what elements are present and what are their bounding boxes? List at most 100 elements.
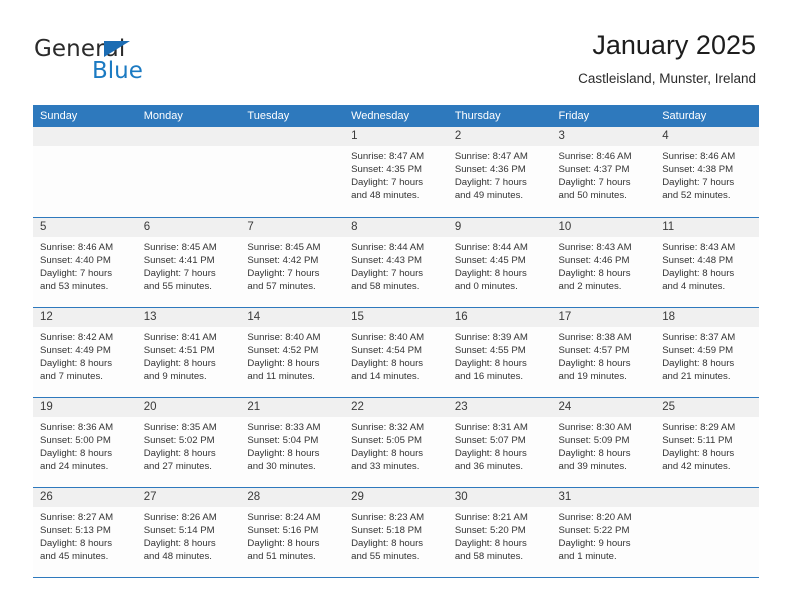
day-number: 14	[240, 307, 345, 327]
calendar-week-row: 26 Sunrise: 8:27 AM Sunset: 5:13 PM Dayligh…	[33, 487, 759, 578]
calendar-day-cell[interactable]: 30 Sunrise: 8:21 AM Sunset: 5:20 PM Dayligh…	[447, 487, 552, 578]
calendar-day-cell[interactable]: 9 Sunrise: 8:44 AM Sunset: 4:45 PM Daylight…	[447, 217, 552, 308]
sunset-text: Sunset: 5:11 PM	[662, 434, 733, 446]
calendar-day-cell[interactable]: 17 Sunrise: 8:38 AM Sunset: 4:57 PM Dayligh…	[551, 307, 656, 398]
calendar-day-cell-empty	[136, 127, 241, 218]
daylight-text-line2: and 4 minutes.	[662, 280, 726, 292]
day-number: 24	[551, 397, 656, 417]
daylight-text-line2: and 30 minutes.	[247, 460, 316, 472]
daylight-text-line1: Daylight: 8 hours	[247, 357, 320, 369]
daylight-text-line1: Daylight: 7 hours	[351, 267, 424, 279]
calendar-day-cell[interactable]: 16 Sunrise: 8:39 AM Sunset: 4:55 PM Dayligh…	[447, 307, 552, 398]
day-number: 23	[447, 397, 552, 417]
day-details: Sunrise: 8:41 AM Sunset: 4:51 PM Daylight:…	[137, 327, 241, 383]
calendar-day-cell[interactable]: 29 Sunrise: 8:23 AM Sunset: 5:18 PM Dayligh…	[344, 487, 448, 578]
logo-triangle-icon	[104, 41, 130, 57]
day-details: Sunrise: 8:45 AM Sunset: 4:42 PM Daylight:…	[240, 237, 344, 293]
day-number: 28	[240, 487, 345, 507]
sunrise-text: Sunrise: 8:37 AM	[662, 331, 736, 343]
daylight-text-line1: Daylight: 8 hours	[351, 537, 424, 549]
calendar-day-cell[interactable]: 4 Sunrise: 8:46 AM Sunset: 4:38 PM Daylight…	[655, 127, 759, 218]
calendar-day-cell[interactable]: 3 Sunrise: 8:46 AM Sunset: 4:37 PM Daylight…	[551, 127, 656, 218]
calendar-day-cell[interactable]: 6 Sunrise: 8:45 AM Sunset: 4:41 PM Daylight…	[136, 217, 241, 308]
calendar-day-cell[interactable]: 5 Sunrise: 8:46 AM Sunset: 4:40 PM Daylight…	[33, 217, 137, 308]
calendar-day-cell[interactable]: 27 Sunrise: 8:26 AM Sunset: 5:14 PM Dayligh…	[136, 487, 241, 578]
daylight-text-line1: Daylight: 8 hours	[662, 357, 735, 369]
sunrise-text: Sunrise: 8:24 AM	[247, 511, 321, 523]
calendar-day-cell[interactable]: 7 Sunrise: 8:45 AM Sunset: 4:42 PM Daylight…	[240, 217, 345, 308]
sunset-text: Sunset: 4:45 PM	[454, 254, 526, 266]
calendar-day-cell[interactable]: 12 Sunrise: 8:42 AM Sunset: 4:49 PM Dayligh…	[33, 307, 137, 398]
calendar-day-cell[interactable]: 19 Sunrise: 8:36 AM Sunset: 5:00 PM Dayligh…	[33, 397, 137, 488]
logo-text-blue: Blue	[92, 58, 143, 84]
weekday-header-wednesday: Wednesday	[344, 105, 448, 127]
daylight-text-line1: Daylight: 8 hours	[143, 357, 216, 369]
calendar-day-cell[interactable]: 11 Sunrise: 8:43 AM Sunset: 4:48 PM Dayligh…	[655, 217, 759, 308]
daylight-text-line1: Daylight: 8 hours	[351, 357, 424, 369]
daylight-text-line1: Daylight: 8 hours	[40, 447, 112, 459]
day-details: Sunrise: 8:42 AM Sunset: 4:49 PM Daylight:…	[33, 327, 137, 383]
calendar-day-cell[interactable]: 22 Sunrise: 8:32 AM Sunset: 5:05 PM Dayligh…	[344, 397, 448, 488]
calendar-day-cell[interactable]: 26 Sunrise: 8:27 AM Sunset: 5:13 PM Dayligh…	[33, 487, 137, 578]
day-details: Sunrise: 8:20 AM Sunset: 5:22 PM Daylight:…	[552, 507, 656, 563]
day-number	[33, 127, 137, 146]
calendar-day-cell[interactable]: 15 Sunrise: 8:40 AM Sunset: 4:54 PM Dayligh…	[344, 307, 448, 398]
sunrise-text: Sunrise: 8:38 AM	[558, 331, 632, 343]
sunset-text: Sunset: 4:37 PM	[558, 164, 630, 176]
calendar-day-cell[interactable]: 1 Sunrise: 8:47 AM Sunset: 4:35 PM Daylight…	[344, 127, 448, 218]
daylight-text-line2: and 2 minutes.	[558, 280, 622, 292]
calendar-page: General Blue January 2025 Castleisland, …	[0, 0, 792, 612]
daylight-text-line1: Daylight: 8 hours	[351, 447, 424, 459]
sunset-text: Sunset: 5:09 PM	[558, 434, 630, 446]
day-details: Sunrise: 8:33 AM Sunset: 5:04 PM Daylight:…	[240, 417, 344, 473]
sunset-text: Sunset: 4:43 PM	[351, 254, 423, 266]
calendar-day-cell[interactable]: 14 Sunrise: 8:40 AM Sunset: 4:52 PM Dayligh…	[240, 307, 345, 398]
calendar-day-cell[interactable]: 28 Sunrise: 8:24 AM Sunset: 5:16 PM Dayligh…	[240, 487, 345, 578]
day-details: Sunrise: 8:38 AM Sunset: 4:57 PM Daylight:…	[552, 327, 656, 383]
sunset-text: Sunset: 4:46 PM	[558, 254, 630, 266]
calendar-day-cell[interactable]: 31 Sunrise: 8:20 AM Sunset: 5:22 PM Dayligh…	[551, 487, 656, 578]
sunset-text: Sunset: 5:00 PM	[40, 434, 111, 446]
sunset-text: Sunset: 4:54 PM	[351, 344, 423, 356]
day-details: Sunrise: 8:26 AM Sunset: 5:14 PM Daylight:…	[137, 507, 241, 563]
sunrise-text: Sunrise: 8:39 AM	[454, 331, 528, 343]
sunrise-text: Sunrise: 8:45 AM	[247, 241, 321, 253]
day-details: Sunrise: 8:39 AM Sunset: 4:55 PM Daylight:…	[448, 327, 552, 383]
calendar-day-cell[interactable]: 21 Sunrise: 8:33 AM Sunset: 5:04 PM Dayligh…	[240, 397, 345, 488]
calendar-day-cell[interactable]: 8 Sunrise: 8:44 AM Sunset: 4:43 PM Daylight…	[344, 217, 448, 308]
calendar-day-cell[interactable]: 10 Sunrise: 8:43 AM Sunset: 4:46 PM Dayligh…	[551, 217, 656, 308]
daylight-text-line1: Daylight: 8 hours	[454, 357, 527, 369]
day-number: 26	[33, 487, 137, 507]
sunset-text: Sunset: 5:14 PM	[143, 524, 215, 536]
calendar-day-cell[interactable]: 18 Sunrise: 8:37 AM Sunset: 4:59 PM Dayligh…	[655, 307, 759, 398]
daylight-text-line1: Daylight: 8 hours	[454, 537, 527, 549]
calendar-day-cell-empty	[240, 127, 345, 218]
weekday-header-tuesday: Tuesday	[240, 105, 345, 127]
day-details: Sunrise: 8:35 AM Sunset: 5:02 PM Daylight:…	[137, 417, 241, 473]
calendar-day-cell[interactable]: 2 Sunrise: 8:47 AM Sunset: 4:36 PM Daylight…	[447, 127, 552, 218]
day-number	[136, 127, 241, 146]
sunrise-text: Sunrise: 8:23 AM	[351, 511, 425, 523]
calendar-day-cell[interactable]: 13 Sunrise: 8:41 AM Sunset: 4:51 PM Dayligh…	[136, 307, 241, 398]
sunset-text: Sunset: 5:05 PM	[351, 434, 423, 446]
daylight-text-line2: and 14 minutes.	[351, 370, 420, 382]
calendar-body: 1 Sunrise: 8:47 AM Sunset: 4:35 PM Daylight…	[33, 127, 759, 578]
calendar-day-cell-empty	[655, 487, 759, 578]
daylight-text-line1: Daylight: 7 hours	[454, 177, 527, 189]
day-number	[655, 487, 759, 507]
calendar-day-cell[interactable]: 20 Sunrise: 8:35 AM Sunset: 5:02 PM Dayligh…	[136, 397, 241, 488]
calendar-day-cell[interactable]: 24 Sunrise: 8:30 AM Sunset: 5:09 PM Dayligh…	[551, 397, 656, 488]
day-details: Sunrise: 8:43 AM Sunset: 4:48 PM Daylight:…	[655, 237, 759, 293]
day-number: 19	[33, 397, 137, 417]
daylight-text-line2: and 1 minute.	[558, 550, 617, 562]
daylight-text-line1: Daylight: 7 hours	[247, 267, 320, 279]
daylight-text-line2: and 9 minutes.	[143, 370, 207, 382]
daylight-text-line1: Daylight: 8 hours	[558, 357, 631, 369]
daylight-text-line1: Daylight: 8 hours	[40, 357, 112, 369]
sunrise-text: Sunrise: 8:21 AM	[454, 511, 528, 523]
daylight-text-line2: and 24 minutes.	[40, 460, 109, 472]
calendar-day-cell[interactable]: 25 Sunrise: 8:29 AM Sunset: 5:11 PM Dayligh…	[655, 397, 759, 488]
sunset-text: Sunset: 5:13 PM	[40, 524, 111, 536]
calendar-day-cell[interactable]: 23 Sunrise: 8:31 AM Sunset: 5:07 PM Dayligh…	[447, 397, 552, 488]
day-number: 10	[551, 217, 656, 237]
